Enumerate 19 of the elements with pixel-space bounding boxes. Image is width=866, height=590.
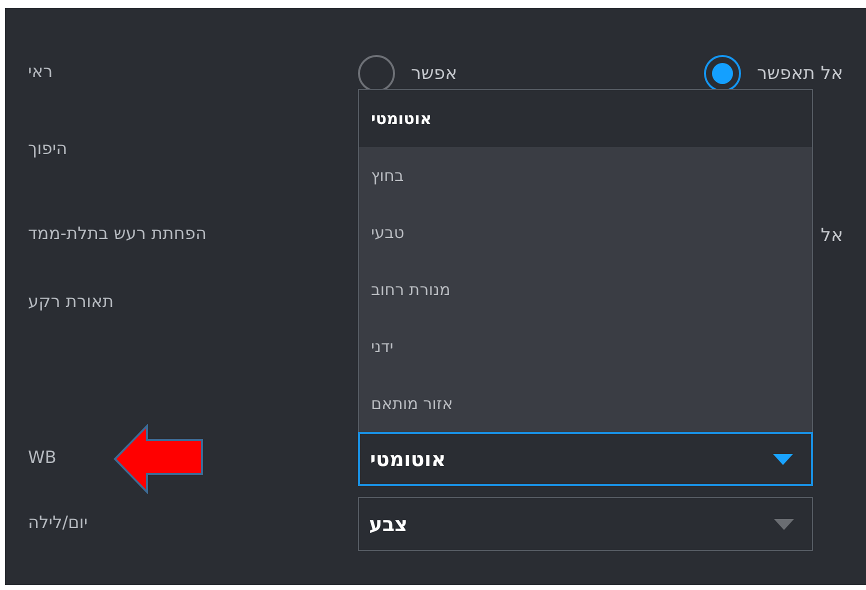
dropdown-select[interactable]: צבע: [358, 497, 813, 551]
menu-item[interactable]: אוטומטי: [359, 90, 812, 147]
menu-item[interactable]: ידני: [359, 318, 812, 375]
field-label: תאורת רקע: [27, 291, 115, 314]
caret-icon: [774, 518, 794, 530]
field-label: WB: [27, 447, 58, 470]
menu-item[interactable]: מנורת רחוב: [359, 261, 812, 318]
menu-item[interactable]: בחוץ: [359, 147, 812, 204]
menu-item[interactable]: אזור מותאם: [359, 375, 812, 432]
option-label: אל: [820, 224, 843, 248]
field-label: יום/לילה: [27, 512, 89, 536]
radio-label[interactable]: אפשר: [411, 60, 458, 86]
field-label: היפוך: [27, 138, 68, 162]
menu-item[interactable]: טבעי: [359, 204, 812, 261]
field-label: הפחתת רעש בתלת-ממד: [27, 223, 208, 246]
dropdown-select[interactable]: אוטומטי: [358, 432, 813, 486]
caret-icon: [773, 454, 793, 464]
field-label: ראי: [27, 61, 54, 84]
radio-label[interactable]: אל תאפשר: [756, 60, 843, 86]
